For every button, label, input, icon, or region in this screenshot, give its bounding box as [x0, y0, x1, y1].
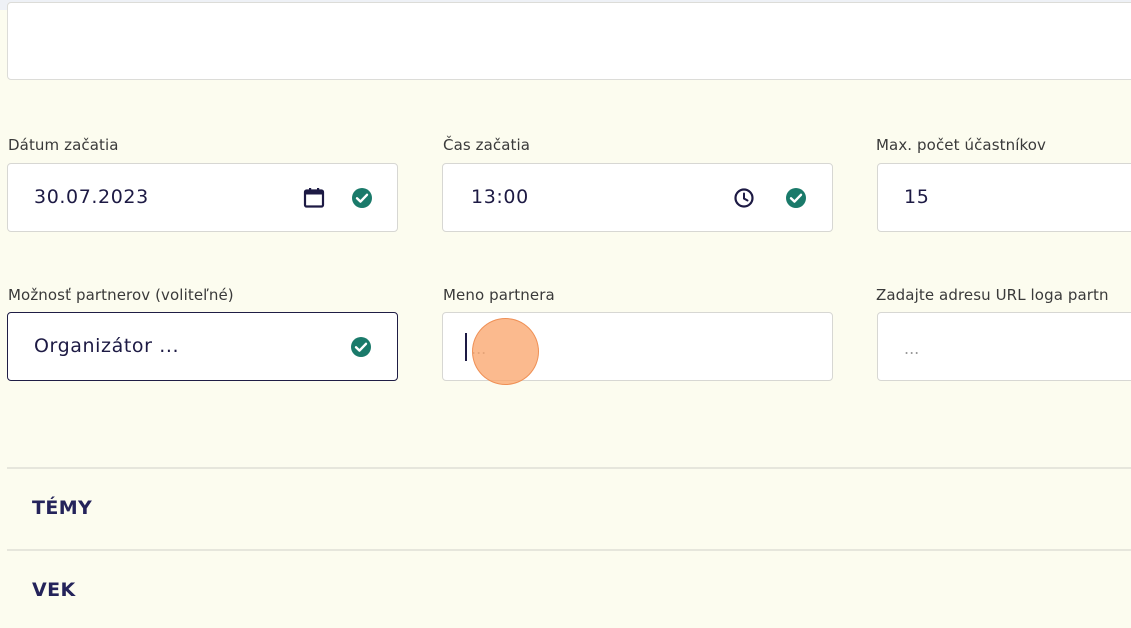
description-textarea[interactable] — [7, 2, 1131, 80]
partner-logo-url-placeholder: ... — [904, 339, 920, 358]
max-participants-value: 15 — [904, 186, 930, 208]
start-time-field[interactable]: 13:00 — [442, 163, 833, 232]
start-date-value: 30.07.2023 — [34, 186, 149, 208]
start-date-field[interactable]: 30.07.2023 — [7, 163, 398, 232]
partner-logo-url-label: Zadajte adresu URL loga partn — [876, 286, 1109, 304]
partner-option-label: Možnosť partnerov (voliteľné) — [8, 286, 234, 304]
partner-option-value: Organizátor ... — [34, 335, 180, 357]
partner-name-label: Meno partnera — [443, 286, 555, 304]
click-indicator — [472, 318, 539, 385]
calendar-icon[interactable] — [303, 187, 325, 209]
section-topics-header[interactable]: TÉMY — [32, 497, 92, 519]
text-caret — [465, 333, 467, 361]
valid-check-icon — [351, 337, 371, 357]
section-age-header[interactable]: VEK — [32, 579, 76, 601]
partner-logo-url-input[interactable]: ... — [877, 312, 1131, 381]
start-date-label: Dátum začatia — [8, 136, 119, 154]
valid-check-icon — [352, 188, 372, 208]
divider — [7, 467, 1131, 469]
valid-check-icon — [786, 188, 806, 208]
max-participants-field[interactable]: 15 — [877, 163, 1131, 232]
start-time-label: Čas začatia — [443, 136, 531, 154]
clock-icon[interactable] — [733, 187, 755, 209]
start-time-value: 13:00 — [471, 186, 529, 208]
max-participants-label: Max. počet účastníkov — [876, 136, 1046, 154]
partner-option-select[interactable]: Organizátor ... — [7, 312, 398, 381]
divider — [7, 549, 1131, 551]
